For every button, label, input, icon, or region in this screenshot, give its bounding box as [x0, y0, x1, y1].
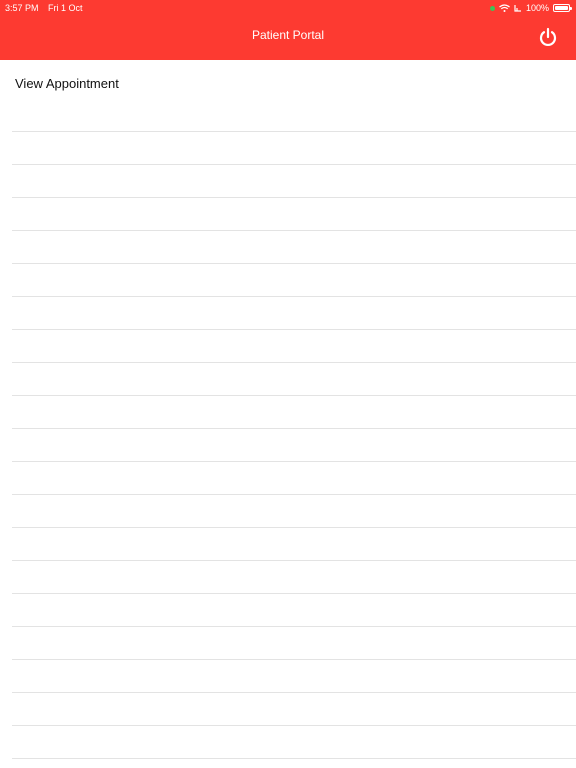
status-time: 3:57 PM	[5, 3, 39, 13]
power-icon	[539, 27, 557, 46]
table-row-separator	[12, 329, 576, 330]
table-row-separator	[12, 758, 576, 759]
status-bar: 3:57 PM Fri 1 Oct 100%	[0, 0, 576, 16]
table-row-separator	[12, 428, 576, 429]
table-row-separator	[12, 560, 576, 561]
view-appointment-heading: View Appointment	[15, 76, 119, 91]
table-row-separator	[12, 197, 576, 198]
table-row-separator	[12, 626, 576, 627]
table-row-separator	[12, 230, 576, 231]
table-row-separator	[12, 494, 576, 495]
table-row-separator	[12, 461, 576, 462]
table-row-separator	[12, 164, 576, 165]
table-row-separator	[12, 362, 576, 363]
wifi-icon	[499, 4, 510, 12]
table-row-separator	[12, 131, 576, 132]
table-row-separator	[12, 725, 576, 726]
signal-icon	[514, 5, 521, 12]
table-row-separator	[12, 527, 576, 528]
status-indicators: 100%	[489, 0, 572, 16]
battery-fill	[555, 6, 568, 10]
table-row-separator	[12, 263, 576, 264]
battery-icon	[553, 4, 572, 12]
location-icon	[489, 5, 495, 11]
table-row-separator	[12, 296, 576, 297]
table-row-separator	[12, 659, 576, 660]
battery-percent: 100%	[525, 3, 549, 13]
table-row-separator	[12, 593, 576, 594]
nav-bar: 3:57 PM Fri 1 Oct 100% Patient Portal	[0, 0, 576, 60]
table-row-separator	[12, 395, 576, 396]
appointment-list: View Appointment	[0, 60, 576, 768]
page-title: Patient Portal	[251, 28, 325, 42]
logout-button[interactable]	[538, 27, 558, 47]
table-row-separator	[12, 692, 576, 693]
status-date: Fri 1 Oct	[48, 3, 83, 13]
